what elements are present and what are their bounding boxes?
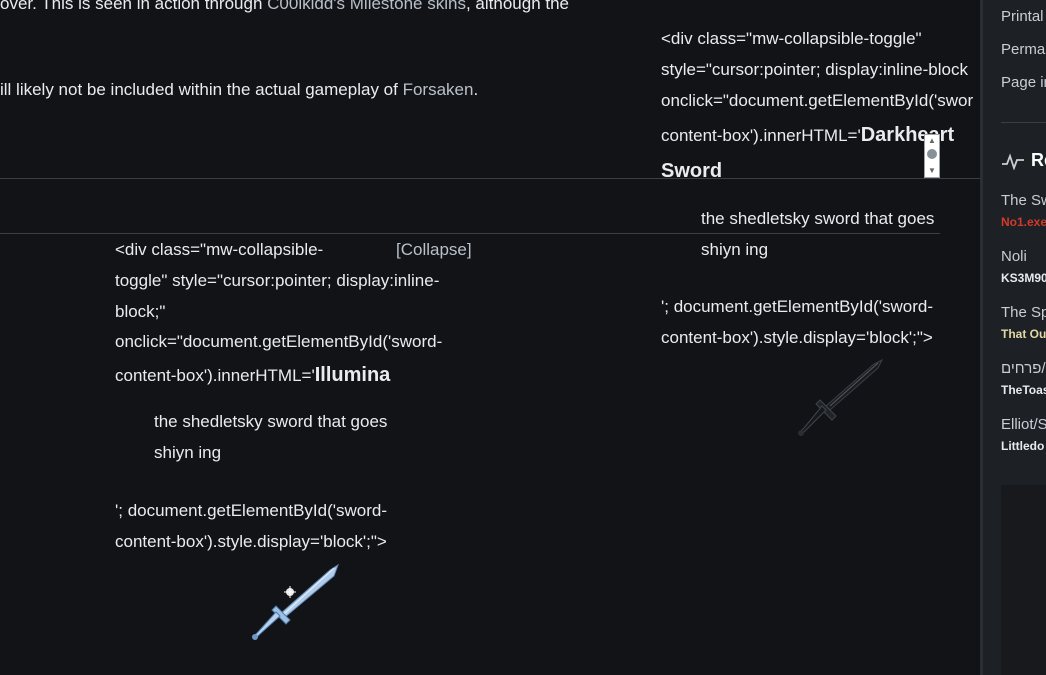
code-line: content-box').innerHTML='Darkheart: [661, 125, 954, 146]
sword-name: Darkheart: [860, 124, 955, 146]
sidebar-item-page-info[interactable]: Page in: [1001, 74, 1046, 91]
code-line: <div class="mw-collapsible-toggle": [661, 29, 922, 48]
recent-item-title[interactable]: Elliot/S: [1001, 416, 1046, 433]
recent-item-user[interactable]: KS3M90: [1001, 271, 1046, 285]
code-line: onclick="document.getElementById('sword-: [115, 332, 443, 351]
right-sidebar: Printal Perma Page in Re The Sw No1.exe …: [980, 0, 1046, 675]
activity-icon: [1002, 153, 1024, 170]
paragraph-line: ill likely not be included within the ac…: [0, 80, 478, 100]
sword-name: Illumina: [314, 364, 391, 386]
recent-item-user[interactable]: That Ou: [1001, 327, 1046, 341]
sidebar-item-permanent-link[interactable]: Perma: [1001, 41, 1045, 58]
sidebar-lower-panel: [1001, 485, 1046, 675]
recent-changes-title: Re: [1031, 150, 1046, 170]
code-line: '; document.getElementById('sword-: [661, 297, 933, 316]
code-line: '; document.getElementById('sword-: [115, 501, 387, 520]
sword-description: the shedletsky sword that goes: [154, 412, 388, 431]
scroll-thumb[interactable]: [927, 149, 937, 159]
recent-item-user[interactable]: No1.exe: [1001, 215, 1046, 229]
recent-item-title[interactable]: The Sw: [1001, 192, 1046, 209]
code-line: block;": [115, 302, 166, 321]
sword-name: Sword: [661, 160, 723, 182]
code-line: <div class="mw-collapsible-: [115, 240, 324, 259]
sword-description: shiyn ing: [154, 443, 222, 462]
mini-scrollbar[interactable]: ▲ ▼: [924, 134, 940, 178]
article-content: over. This is seen in action through C00…: [0, 0, 980, 675]
paragraph-text: over. This is seen in action through: [0, 0, 263, 13]
scroll-up-icon[interactable]: ▲: [927, 137, 937, 145]
code-line: content-box').style.display='block';">: [115, 532, 387, 551]
sword-description: the shedletsky sword that goes: [701, 209, 935, 228]
section-divider: [0, 233, 940, 234]
code-line: toggle" style="cursor:pointer; display:i…: [115, 271, 440, 290]
scroll-down-icon[interactable]: ▼: [927, 167, 937, 175]
code-line: onclick="document.getElementById('swor: [661, 91, 974, 110]
darkheart-sword-icon: [798, 358, 884, 436]
collapse-toggle[interactable]: [Collapse]: [396, 240, 472, 260]
paragraph-text: .: [473, 80, 479, 99]
code-line: style="cursor:pointer; display:inline-bl…: [661, 60, 968, 79]
recent-item-user[interactable]: TheToas: [1001, 383, 1046, 397]
paragraph-text: , although the: [465, 0, 570, 13]
sidebar-divider: [1001, 122, 1046, 123]
code-text: content-box').innerHTML=': [661, 126, 861, 145]
code-line: content-box').style.display='block';">: [661, 328, 933, 347]
recent-item-user[interactable]: Littledo: [1001, 439, 1044, 453]
recent-item-title[interactable]: Noli: [1001, 248, 1027, 265]
recent-item-title[interactable]: פרחים/: [1001, 360, 1046, 377]
milestone-skins-link[interactable]: C00lkidd's Milestone skins: [267, 0, 466, 13]
illumina-sword-icon: [252, 563, 339, 640]
sidebar-item-printable[interactable]: Printal: [1001, 8, 1044, 25]
forsaken-link[interactable]: Forsaken: [403, 80, 474, 99]
code-line: content-box').innerHTML='Illumina: [115, 365, 390, 386]
code-text: content-box').innerHTML=': [115, 366, 315, 385]
recent-item-title[interactable]: The Sp: [1001, 304, 1046, 321]
sword-description: shiyn ing: [701, 240, 769, 259]
paragraph-line: over. This is seen in action through C00…: [0, 0, 569, 14]
section-divider: [0, 178, 980, 179]
paragraph-text: ill likely not be included within the ac…: [0, 80, 398, 99]
